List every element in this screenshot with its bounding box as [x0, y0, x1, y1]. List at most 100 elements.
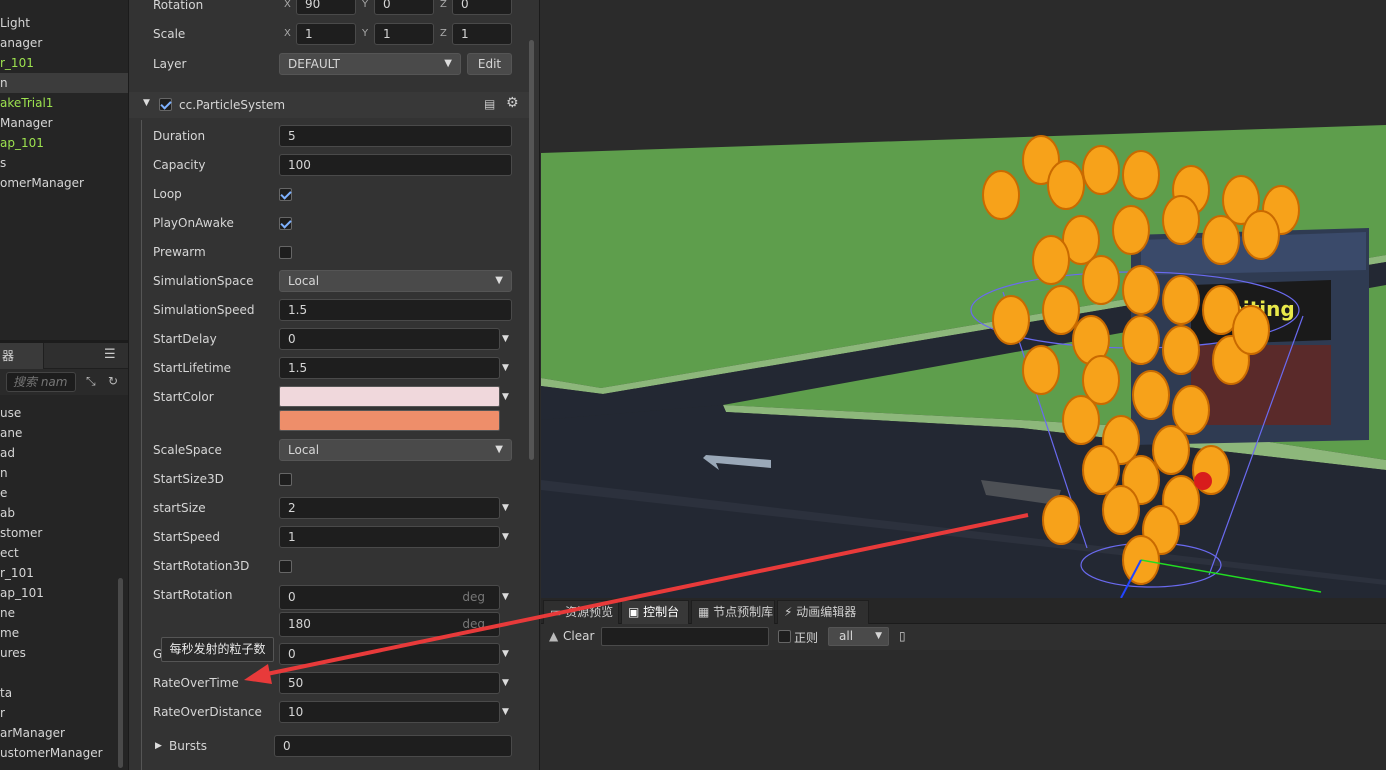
coin-particle — [1122, 315, 1160, 365]
hierarchy-item[interactable]: s — [0, 153, 6, 173]
tab-asset-preview[interactable]: ▭ 资源预览 — [543, 600, 619, 624]
hierarchy-item[interactable]: Manager — [0, 113, 53, 133]
layer-edit-button[interactable]: Edit — [467, 53, 512, 75]
assets-search-input[interactable] — [6, 372, 76, 392]
curve-mode-arrow-icon[interactable]: ▼ — [502, 334, 509, 344]
coin-particle — [1042, 285, 1080, 335]
hierarchy-item-selected[interactable]: n — [0, 73, 128, 93]
asset-item[interactable]: ap_101 — [0, 583, 44, 603]
tab-console[interactable]: ▣ 控制台 — [621, 600, 689, 624]
startrotation-max-value: 180 — [288, 617, 311, 631]
scalespace-value: Local — [288, 443, 320, 457]
duration-field[interactable]: 5 — [279, 125, 512, 147]
asset-item[interactable]: r_101 — [0, 563, 34, 583]
coin-particle — [1047, 160, 1085, 210]
tab-node-library[interactable]: ▦ 节点预制库 — [691, 600, 775, 624]
collapse-icon[interactable]: ⤡ — [86, 374, 96, 389]
scene-view[interactable]: Waiting room — [541, 0, 1386, 598]
tab-animation-editor[interactable]: ⚡ 动画编辑器 — [777, 600, 869, 624]
curve-mode-arrow-icon[interactable]: ▼ — [502, 532, 509, 542]
hierarchy-item[interactable]: r_101 — [0, 53, 34, 73]
expand-arrow-icon[interactable]: ▶ — [155, 741, 162, 751]
rotation-y-field[interactable]: 0 — [374, 0, 434, 15]
startcolor-min-swatch[interactable] — [279, 386, 500, 407]
menu-icon[interactable]: ☰ — [104, 347, 116, 362]
inspector-scrollbar[interactable] — [529, 40, 534, 460]
coin-particle — [1042, 495, 1080, 545]
asset-item[interactable]: e — [0, 483, 7, 503]
curve-mode-arrow-icon[interactable]: ▼ — [502, 503, 509, 513]
startcolor-max-swatch[interactable] — [279, 410, 500, 431]
hierarchy-item[interactable]: ap_101 — [0, 133, 44, 153]
playonawake-checkbox[interactable] — [279, 217, 292, 230]
dropdown-arrow-icon: ▼ — [495, 275, 503, 286]
assets-scrollbar[interactable] — [118, 578, 123, 768]
startlifetime-field[interactable]: 1.5 — [279, 357, 500, 379]
asset-item[interactable]: ustomerManager — [0, 743, 103, 763]
asset-item[interactable]: ures — [0, 643, 26, 663]
curve-mode-arrow-icon[interactable]: ▼ — [502, 707, 509, 717]
rotation-z-field[interactable]: 0 — [452, 0, 512, 15]
book-icon[interactable]: ▤ — [484, 97, 495, 111]
startdelay-field[interactable]: 0 — [279, 328, 500, 350]
curve-mode-arrow-icon[interactable]: ▼ — [502, 392, 509, 402]
curve-mode-arrow-icon[interactable]: ▼ — [502, 363, 509, 373]
asset-item[interactable]: r — [0, 703, 5, 723]
scalespace-dropdown[interactable]: Local ▼ — [279, 439, 512, 461]
layer-dropdown[interactable]: DEFAULT ▼ — [279, 53, 461, 75]
scale-z-field[interactable]: 1 — [452, 23, 512, 45]
assets-tab[interactable]: 器 — [0, 343, 44, 369]
curve-mode-arrow-icon[interactable]: ▼ — [502, 678, 509, 688]
asset-item[interactable]: ta — [0, 683, 12, 703]
scale-x-field[interactable]: 1 — [296, 23, 356, 45]
gravity-field[interactable]: 0 — [279, 643, 500, 665]
asset-item[interactable]: use — [0, 403, 21, 423]
startsize3d-checkbox[interactable] — [279, 473, 292, 486]
regex-checkbox[interactable] — [778, 630, 791, 643]
hierarchy-item[interactable]: omerManager — [0, 173, 84, 193]
axis-z-label: Z — [440, 0, 447, 10]
clear-button[interactable]: Clear — [563, 629, 594, 643]
startsize-field[interactable]: 2 — [279, 497, 500, 519]
hierarchy-item[interactable]: akeTrial1 — [0, 93, 53, 113]
hierarchy-item[interactable]: Light — [0, 13, 30, 33]
startrotation-min-field[interactable]: 0 deg — [279, 585, 500, 610]
rateoverdistance-field[interactable]: 10 — [279, 701, 500, 723]
console-filter-input[interactable] — [601, 627, 769, 646]
asset-item[interactable]: ab — [0, 503, 15, 523]
curve-mode-arrow-icon[interactable]: ▼ — [502, 649, 509, 659]
loop-checkbox[interactable] — [279, 188, 292, 201]
prewarm-checkbox[interactable] — [279, 246, 292, 259]
asset-item[interactable]: ne — [0, 603, 15, 623]
asset-item[interactable]: arManager — [0, 723, 65, 743]
asset-item[interactable]: stomer — [0, 523, 42, 543]
scale-label: Scale — [153, 27, 186, 41]
asset-item[interactable]: n — [0, 463, 8, 483]
rateoverdistance-label: RateOverDistance — [153, 705, 262, 719]
log-level-dropdown[interactable]: all ▼ — [828, 627, 889, 646]
startspeed-field[interactable]: 1 — [279, 526, 500, 548]
hierarchy-item[interactable]: anager — [0, 33, 42, 53]
capacity-field[interactable]: 100 — [279, 154, 512, 176]
gear-icon[interactable]: ⚙ — [506, 95, 519, 111]
asset-item[interactable]: ad — [0, 443, 15, 463]
refresh-icon[interactable]: ↻ — [108, 374, 118, 388]
asset-item[interactable]: ane — [0, 423, 22, 443]
startrotation3d-checkbox[interactable] — [279, 560, 292, 573]
log-file-icon[interactable]: ▯ — [899, 629, 906, 643]
component-enabled-checkbox[interactable] — [159, 98, 172, 111]
simulationspace-dropdown[interactable]: Local ▼ — [279, 270, 512, 292]
curve-mode-arrow-icon[interactable]: ▼ — [502, 592, 509, 602]
axis-z-label: Z — [440, 28, 447, 39]
bursts-field[interactable]: 0 — [274, 735, 512, 757]
asset-item[interactable]: me — [0, 623, 19, 643]
asset-item[interactable]: ect — [0, 543, 19, 563]
simulationspeed-field[interactable]: 1.5 — [279, 299, 512, 321]
rotation-x-field[interactable]: 90 — [296, 0, 356, 15]
startrotation-max-field[interactable]: 180 deg — [279, 612, 500, 637]
expand-arrow-icon[interactable]: ▼ — [143, 98, 150, 108]
rateovertime-field[interactable]: 50 — [279, 672, 500, 694]
scale-y-field[interactable]: 1 — [374, 23, 434, 45]
clear-icon[interactable]: ▲ — [549, 629, 558, 643]
dropdown-arrow-icon: ▼ — [875, 631, 882, 641]
